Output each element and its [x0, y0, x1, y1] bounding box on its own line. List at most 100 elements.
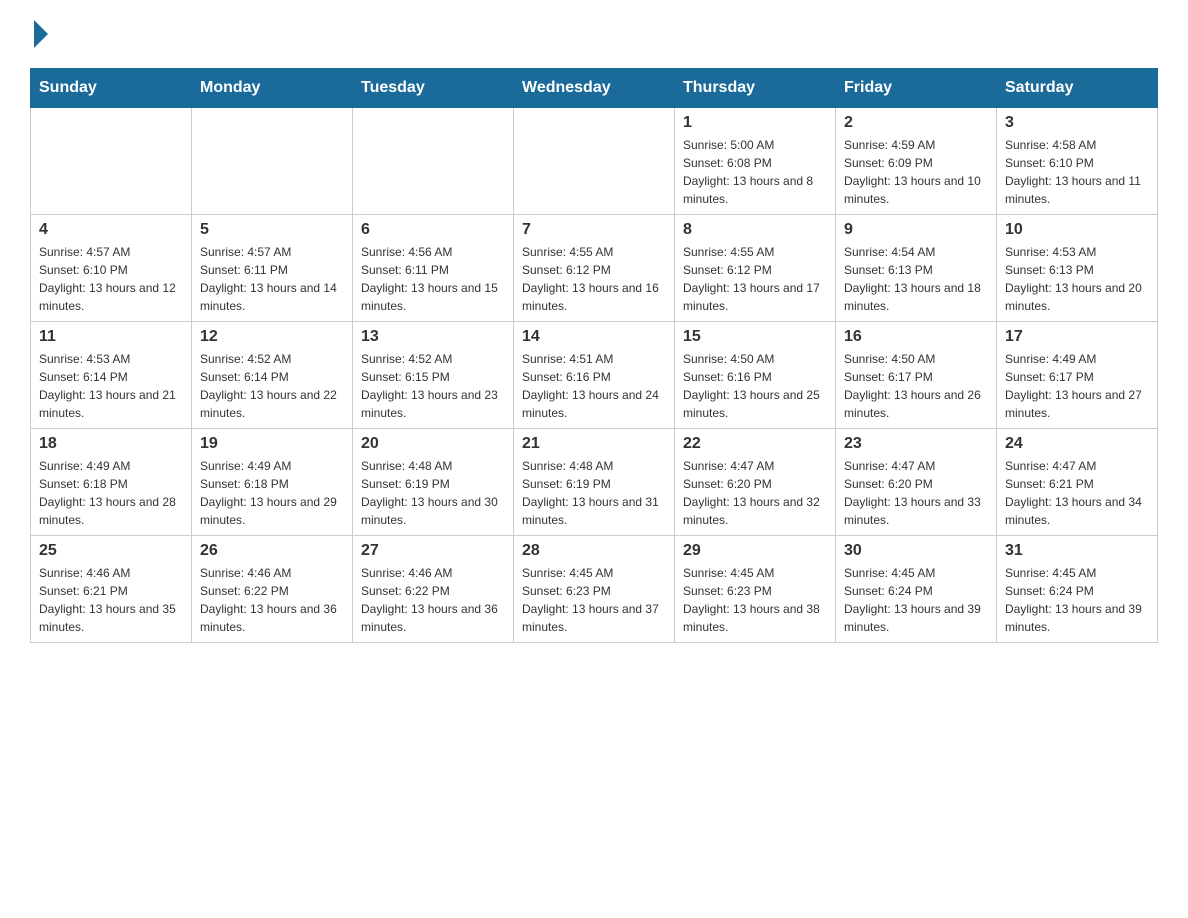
calendar-cell: 20 Sunrise: 4:48 AM Sunset: 6:19 PM Dayli…: [353, 429, 514, 536]
day-info: Sunrise: 4:56 AM Sunset: 6:11 PM Dayligh…: [361, 243, 505, 315]
column-header-tuesday: Tuesday: [353, 69, 514, 108]
calendar-cell: 24 Sunrise: 4:47 AM Sunset: 6:21 PM Dayli…: [997, 429, 1158, 536]
calendar-cell: 18 Sunrise: 4:49 AM Sunset: 6:18 PM Dayli…: [31, 429, 192, 536]
day-number: 1: [683, 114, 827, 132]
day-info: Sunrise: 4:47 AM Sunset: 6:20 PM Dayligh…: [844, 457, 988, 529]
day-info: Sunrise: 4:46 AM Sunset: 6:22 PM Dayligh…: [361, 564, 505, 636]
calendar-cell: 10Sunrise: 4:53 AM Sunset: 6:13 PM Dayli…: [997, 215, 1158, 322]
calendar-header-row: SundayMondayTuesdayWednesdayThursdayFrid…: [31, 69, 1158, 108]
calendar-week-4: 18 Sunrise: 4:49 AM Sunset: 6:18 PM Dayli…: [31, 429, 1158, 536]
day-info: Sunrise: 4:47 AM Sunset: 6:21 PM Dayligh…: [1005, 457, 1149, 529]
day-number: 9: [844, 221, 988, 239]
calendar-cell: 8 Sunrise: 4:55 AM Sunset: 6:12 PM Daylig…: [675, 215, 836, 322]
day-number: 6: [361, 221, 505, 239]
day-number: 28: [522, 542, 666, 560]
day-number: 17: [1005, 328, 1149, 346]
day-info: Sunrise: 5:00 AM Sunset: 6:08 PM Dayligh…: [683, 136, 827, 208]
column-header-wednesday: Wednesday: [514, 69, 675, 108]
day-number: 24: [1005, 435, 1149, 453]
day-info: Sunrise: 4:49 AM Sunset: 6:18 PM Dayligh…: [39, 457, 183, 529]
day-number: 5: [200, 221, 344, 239]
day-info: Sunrise: 4:45 AM Sunset: 6:23 PM Dayligh…: [522, 564, 666, 636]
day-info: Sunrise: 4:54 AM Sunset: 6:13 PM Dayligh…: [844, 243, 988, 315]
day-number: 12: [200, 328, 344, 346]
day-number: 11: [39, 328, 183, 346]
column-header-sunday: Sunday: [31, 69, 192, 108]
day-info: Sunrise: 4:55 AM Sunset: 6:12 PM Dayligh…: [683, 243, 827, 315]
calendar-week-3: 11 Sunrise: 4:53 AM Sunset: 6:14 PM Dayli…: [31, 322, 1158, 429]
day-info: Sunrise: 4:48 AM Sunset: 6:19 PM Dayligh…: [361, 457, 505, 529]
day-number: 2: [844, 114, 988, 132]
day-info: Sunrise: 4:59 AM Sunset: 6:09 PM Dayligh…: [844, 136, 988, 208]
calendar-cell: 15Sunrise: 4:50 AM Sunset: 6:16 PM Dayli…: [675, 322, 836, 429]
page-header: [30, 20, 1158, 48]
calendar-cell: 28 Sunrise: 4:45 AM Sunset: 6:23 PM Dayli…: [514, 536, 675, 643]
calendar-cell: 14 Sunrise: 4:51 AM Sunset: 6:16 PM Dayli…: [514, 322, 675, 429]
day-number: 23: [844, 435, 988, 453]
calendar-cell: 21 Sunrise: 4:48 AM Sunset: 6:19 PM Dayli…: [514, 429, 675, 536]
calendar-cell: 23 Sunrise: 4:47 AM Sunset: 6:20 PM Dayli…: [836, 429, 997, 536]
calendar-cell: 7 Sunrise: 4:55 AM Sunset: 6:12 PM Daylig…: [514, 215, 675, 322]
day-info: Sunrise: 4:46 AM Sunset: 6:21 PM Dayligh…: [39, 564, 183, 636]
calendar-cell: 11 Sunrise: 4:53 AM Sunset: 6:14 PM Dayli…: [31, 322, 192, 429]
column-header-saturday: Saturday: [997, 69, 1158, 108]
calendar-week-2: 4Sunrise: 4:57 AM Sunset: 6:10 PM Daylig…: [31, 215, 1158, 322]
calendar-cell: [353, 108, 514, 215]
calendar-cell: [514, 108, 675, 215]
logo-arrow-icon: [34, 20, 48, 48]
day-info: Sunrise: 4:58 AM Sunset: 6:10 PM Dayligh…: [1005, 136, 1149, 208]
day-number: 20: [361, 435, 505, 453]
day-info: Sunrise: 4:50 AM Sunset: 6:17 PM Dayligh…: [844, 350, 988, 422]
calendar-cell: 6 Sunrise: 4:56 AM Sunset: 6:11 PM Daylig…: [353, 215, 514, 322]
calendar-week-5: 25 Sunrise: 4:46 AM Sunset: 6:21 PM Dayli…: [31, 536, 1158, 643]
calendar-cell: 13 Sunrise: 4:52 AM Sunset: 6:15 PM Dayli…: [353, 322, 514, 429]
calendar-cell: 2 Sunrise: 4:59 AM Sunset: 6:09 PM Daylig…: [836, 108, 997, 215]
calendar-cell: 5 Sunrise: 4:57 AM Sunset: 6:11 PM Daylig…: [192, 215, 353, 322]
calendar-cell: 3Sunrise: 4:58 AM Sunset: 6:10 PM Daylig…: [997, 108, 1158, 215]
day-info: Sunrise: 4:57 AM Sunset: 6:10 PM Dayligh…: [39, 243, 183, 315]
day-number: 30: [844, 542, 988, 560]
day-number: 22: [683, 435, 827, 453]
calendar-cell: 26 Sunrise: 4:46 AM Sunset: 6:22 PM Dayli…: [192, 536, 353, 643]
day-number: 16: [844, 328, 988, 346]
calendar-cell: 19Sunrise: 4:49 AM Sunset: 6:18 PM Dayli…: [192, 429, 353, 536]
calendar-cell: 27 Sunrise: 4:46 AM Sunset: 6:22 PM Dayli…: [353, 536, 514, 643]
logo: [30, 20, 50, 48]
day-info: Sunrise: 4:45 AM Sunset: 6:24 PM Dayligh…: [844, 564, 988, 636]
column-header-thursday: Thursday: [675, 69, 836, 108]
day-number: 7: [522, 221, 666, 239]
day-info: Sunrise: 4:49 AM Sunset: 6:18 PM Dayligh…: [200, 457, 344, 529]
day-number: 18: [39, 435, 183, 453]
calendar-cell: 12 Sunrise: 4:52 AM Sunset: 6:14 PM Dayli…: [192, 322, 353, 429]
calendar-week-1: 1 Sunrise: 5:00 AM Sunset: 6:08 PM Daylig…: [31, 108, 1158, 215]
calendar-cell: 31Sunrise: 4:45 AM Sunset: 6:24 PM Dayli…: [997, 536, 1158, 643]
day-info: Sunrise: 4:48 AM Sunset: 6:19 PM Dayligh…: [522, 457, 666, 529]
calendar-cell: 17 Sunrise: 4:49 AM Sunset: 6:17 PM Dayli…: [997, 322, 1158, 429]
day-info: Sunrise: 4:52 AM Sunset: 6:14 PM Dayligh…: [200, 350, 344, 422]
day-info: Sunrise: 4:45 AM Sunset: 6:24 PM Dayligh…: [1005, 564, 1149, 636]
day-number: 21: [522, 435, 666, 453]
day-info: Sunrise: 4:55 AM Sunset: 6:12 PM Dayligh…: [522, 243, 666, 315]
day-info: Sunrise: 4:52 AM Sunset: 6:15 PM Dayligh…: [361, 350, 505, 422]
day-info: Sunrise: 4:51 AM Sunset: 6:16 PM Dayligh…: [522, 350, 666, 422]
day-info: Sunrise: 4:53 AM Sunset: 6:14 PM Dayligh…: [39, 350, 183, 422]
day-info: Sunrise: 4:46 AM Sunset: 6:22 PM Dayligh…: [200, 564, 344, 636]
day-number: 14: [522, 328, 666, 346]
day-number: 8: [683, 221, 827, 239]
day-number: 13: [361, 328, 505, 346]
calendar-cell: 16 Sunrise: 4:50 AM Sunset: 6:17 PM Dayli…: [836, 322, 997, 429]
calendar-cell: 25 Sunrise: 4:46 AM Sunset: 6:21 PM Dayli…: [31, 536, 192, 643]
calendar-cell: [31, 108, 192, 215]
day-info: Sunrise: 4:57 AM Sunset: 6:11 PM Dayligh…: [200, 243, 344, 315]
calendar-cell: 4Sunrise: 4:57 AM Sunset: 6:10 PM Daylig…: [31, 215, 192, 322]
calendar-cell: 1 Sunrise: 5:00 AM Sunset: 6:08 PM Daylig…: [675, 108, 836, 215]
column-header-friday: Friday: [836, 69, 997, 108]
day-number: 25: [39, 542, 183, 560]
day-number: 26: [200, 542, 344, 560]
day-number: 15: [683, 328, 827, 346]
day-info: Sunrise: 4:45 AM Sunset: 6:23 PM Dayligh…: [683, 564, 827, 636]
day-number: 27: [361, 542, 505, 560]
day-info: Sunrise: 4:49 AM Sunset: 6:17 PM Dayligh…: [1005, 350, 1149, 422]
day-info: Sunrise: 4:53 AM Sunset: 6:13 PM Dayligh…: [1005, 243, 1149, 315]
day-info: Sunrise: 4:47 AM Sunset: 6:20 PM Dayligh…: [683, 457, 827, 529]
